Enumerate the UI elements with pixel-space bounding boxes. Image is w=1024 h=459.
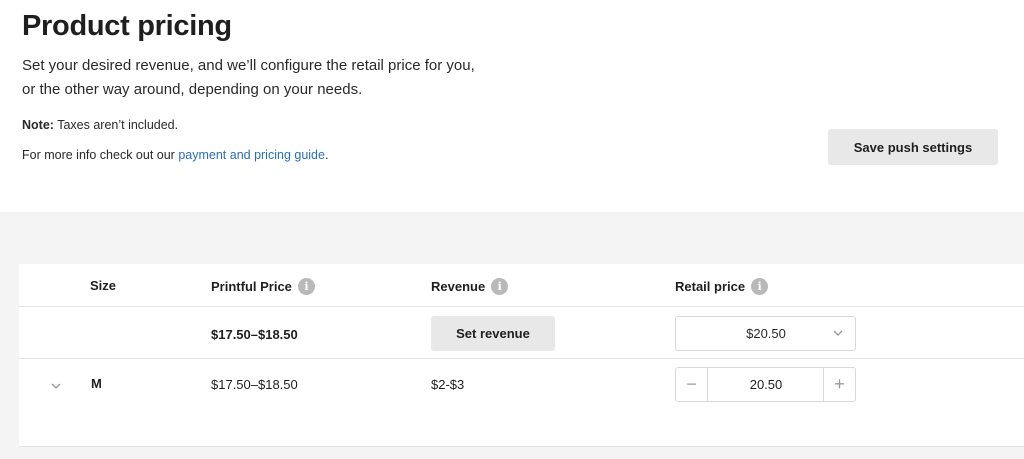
set-revenue-button[interactable]: Set revenue [431, 316, 555, 351]
retail-price-stepper: − + [675, 367, 856, 402]
info-line: For more info check out our payment and … [22, 148, 328, 162]
note-text: Taxes aren’t included. [53, 118, 179, 132]
table-bottom-divider [19, 446, 1024, 447]
header-divider [19, 306, 1024, 307]
save-push-settings-button[interactable]: Save push settings [828, 129, 998, 165]
retail-price-select-value: $20.50 [746, 326, 786, 341]
page-title: Product pricing [22, 10, 232, 42]
retail-price-input[interactable] [709, 377, 823, 392]
info-suffix: . [324, 148, 329, 162]
summary-printful-price: $17.50–$18.50 [211, 327, 298, 342]
pricing-header: Product pricing Set your desired revenue… [0, 0, 1024, 212]
increment-button[interactable]: + [823, 368, 855, 401]
pricing-table: Size Printful Price i Revenue i Retail pri… [19, 264, 1024, 447]
column-header-retail-price: Retail price i [675, 278, 769, 295]
info-icon[interactable]: i [491, 278, 509, 295]
pricing-guide-link[interactable]: payment and pricing guide [178, 148, 325, 162]
decrement-button[interactable]: − [676, 368, 708, 401]
size-header-label: Size [90, 278, 117, 293]
chevron-down-icon [833, 330, 843, 336]
revenue-header-label: Revenue [431, 279, 486, 294]
summary-divider [19, 358, 1024, 359]
printful-price-header-label: Printful Price [211, 279, 292, 294]
note-label: Note: [22, 118, 54, 132]
column-header-revenue: Revenue i [431, 278, 509, 295]
tax-note: Note: Taxes aren’t included. [22, 118, 178, 132]
info-icon[interactable]: i [751, 278, 769, 295]
row-printful-price: $17.50–$18.50 [211, 377, 298, 392]
retail-price-header-label: Retail price [675, 279, 746, 294]
info-icon[interactable]: i [297, 278, 315, 295]
page-description: Set your desired revenue, and we’ll conf… [22, 57, 475, 98]
column-header-size: Size [90, 278, 116, 293]
row-size: M [91, 376, 102, 391]
info-prefix: For more info check out our [22, 148, 179, 162]
column-header-printful-price: Printful Price i [211, 278, 315, 295]
expand-row-chevron-icon[interactable] [50, 380, 62, 392]
retail-price-select[interactable]: $20.50 [675, 316, 856, 351]
row-revenue: $2-$3 [431, 377, 465, 392]
